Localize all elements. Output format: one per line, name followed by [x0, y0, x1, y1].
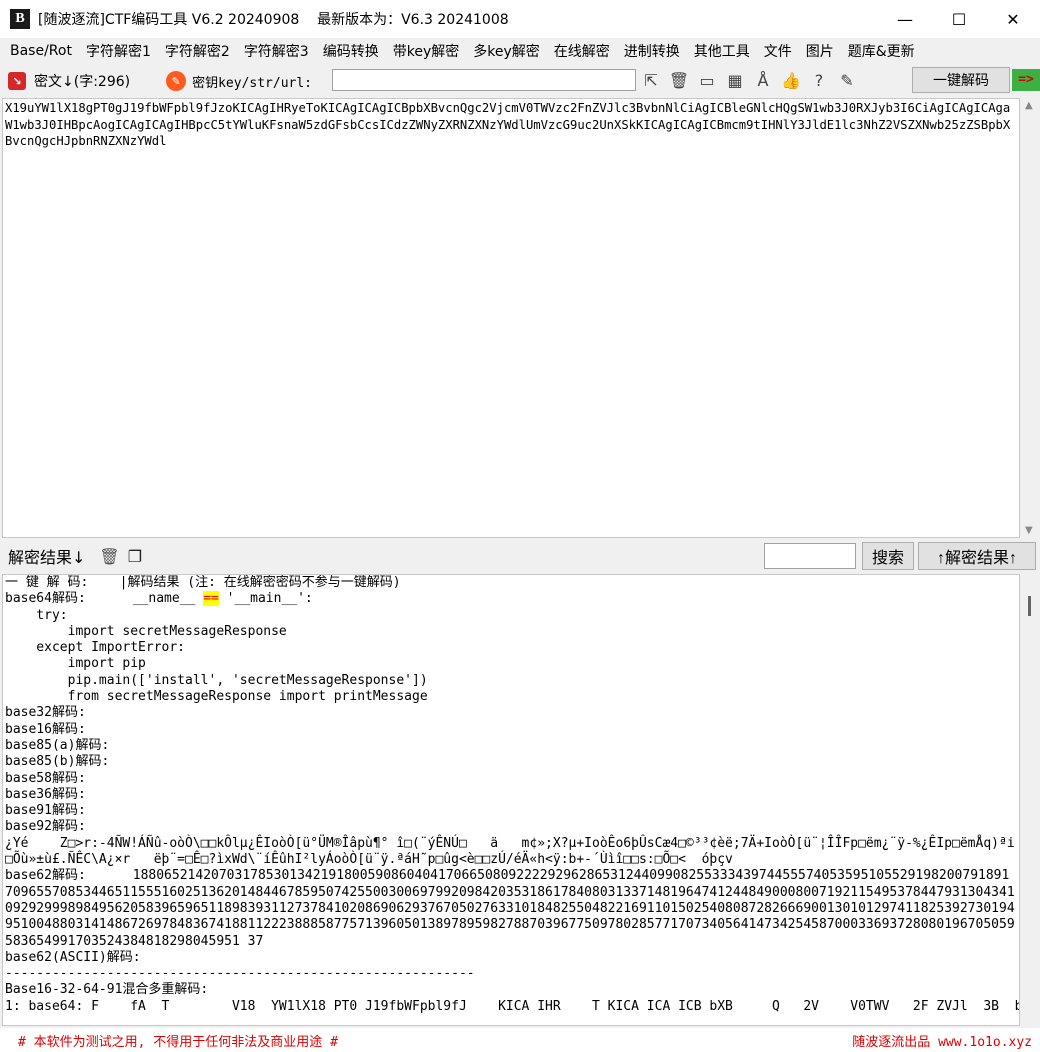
key-input[interactable] [332, 69, 636, 91]
base85b-result: base85(b)解码: [5, 754, 110, 770]
base62-result: base62解码: 188065214207031785301342191800… [5, 868, 1017, 949]
base92-result: base92解码: [5, 819, 86, 835]
up-result-button[interactable]: ↑解密结果↑ [918, 542, 1036, 570]
scroll-thumb[interactable] [1028, 596, 1031, 616]
font-icon[interactable]: Å [752, 69, 774, 91]
toolbar: ↘ 密文↓(字:296) ✎ 密钥key/str/url: ⇱ 🗑 ▭ ▦ Å … [0, 66, 1040, 96]
maximize-button[interactable]: ☐ [932, 0, 986, 38]
base62-label: base62解码: [5, 868, 133, 884]
eraser-icon[interactable]: ✎ [166, 71, 187, 91]
app-logo: B [10, 9, 30, 29]
result-textarea[interactable]: 一 键 解 码: |解码结果 (注: 在线解密密码不参与一键解码) base64… [2, 574, 1020, 1026]
menu-key-decrypt[interactable]: 带key解密 [387, 41, 466, 61]
base64-code-line: import pip [5, 656, 146, 672]
menu-multi-key-decrypt[interactable]: 多key解密 [467, 41, 546, 61]
window-controls: — ☐ ✕ [878, 0, 1040, 38]
arrow-flag: => [1012, 69, 1040, 91]
disclaimer-text: # 本软件为测试之用, 不得用于任何非法及商业用途 # [18, 1034, 338, 1050]
base64-suffix: '__main__': [218, 591, 313, 607]
mixed-decode-label: Base16-32-64-91混合多重解码: [5, 982, 209, 998]
base64-code-line: try: [5, 607, 68, 623]
menu-image[interactable]: 图片 [800, 41, 840, 61]
menu-online-decrypt[interactable]: 在线解密 [548, 41, 616, 61]
cipher-scrollbar[interactable]: ▲ ▼ [1022, 98, 1038, 538]
table-icon[interactable]: ▦ [724, 69, 746, 91]
clear-result-icon[interactable]: 🗑 [99, 547, 119, 566]
close-button[interactable]: ✕ [986, 0, 1040, 38]
menu-file[interactable]: 文件 [758, 41, 798, 61]
one-click-decode-button[interactable]: 一键解码 [912, 67, 1010, 93]
result-bar: 解密结果↓ 🗑 ❐ 搜索 ↑解密结果↑ [0, 540, 1040, 572]
base64-code-line: pip.main(['install', 'secretMessageRespo… [5, 672, 428, 688]
search-highlight: == [203, 591, 219, 607]
base58-result: base58解码: [5, 770, 86, 786]
ciphertext-label: 密文↓(字:296) [34, 74, 131, 90]
ciphertext-textarea[interactable]: X19uYW1lX18gPT0gJ19fbWFpbl9fJzoKICAgIHRy… [2, 98, 1020, 538]
trash-icon[interactable]: 🗑 [668, 69, 690, 91]
base64-code-line: import secretMessageResponse [5, 623, 287, 639]
menu-char-decode-3[interactable]: 字符解密3 [238, 41, 315, 61]
mixed-decode-partial: 1: base64: F fA T V18 YW1lX18 PT0 J19fbW… [5, 998, 1020, 1014]
menu-char-decode-1[interactable]: 字符解密1 [80, 41, 157, 61]
base92-output: ¿Yé Z□>r:-4ÑW!ÁÑû-oòÒ\□□kÔlµ¿ÊIoòÒ[ü°ÜM®… [5, 835, 1015, 868]
base62-value: 1880652142070317853013421918005908604041… [5, 868, 1015, 949]
search-button[interactable]: 搜索 [862, 542, 914, 570]
base36-result: base36解码: [5, 786, 86, 802]
terminal-icon[interactable]: ▭ [696, 69, 718, 91]
thumbs-up-icon[interactable]: 👍 [780, 69, 802, 91]
menu-questions-update[interactable]: 题库&更新 [842, 41, 921, 61]
base85a-result: base85(a)解码: [5, 737, 110, 753]
edit-icon[interactable]: ✎ [836, 69, 858, 91]
menu-base-convert[interactable]: 进制转换 [618, 41, 686, 61]
cursor-icon[interactable]: ⇱ [640, 69, 662, 91]
copy-icon[interactable]: ❐ [128, 547, 142, 566]
window-title: [随波逐流]CTF编码工具 V6.2 20240908 最新版本为：V6.3 2… [38, 12, 509, 28]
base64-code-line: except ImportError: [5, 640, 186, 656]
base32-result: base32解码: [5, 705, 86, 721]
key-label: 密钥key/str/url: [192, 75, 313, 91]
result-label: 解密结果↓ [8, 548, 86, 567]
result-header: 一 键 解 码: |解码结果 (注: 在线解密密码不参与一键解码) [5, 575, 401, 590]
menu-other-tools[interactable]: 其他工具 [688, 41, 756, 61]
scroll-down-icon[interactable]: ▼ [1025, 525, 1033, 536]
help-icon[interactable]: ? [808, 69, 830, 91]
status-bar: # 本软件为测试之用, 不得用于任何非法及商业用途 # 随波逐流出品 www.1… [0, 1028, 1040, 1052]
red-arrow-icon[interactable]: ↘ [8, 72, 26, 90]
base16-result: base16解码: [5, 721, 86, 737]
minimize-button[interactable]: — [878, 0, 932, 38]
menu-base-rot[interactable]: Base/Rot [4, 43, 78, 59]
menu-bar: Base/Rot 字符解密1 字符解密2 字符解密3 编码转换 带key解密 多… [0, 38, 1040, 64]
base62-ascii-result: base62(ASCII)解码: [5, 949, 141, 965]
author-text: 随波逐流出品 www.1o1o.xyz [852, 1034, 1032, 1050]
title-bar: B [随波逐流]CTF编码工具 V6.2 20240908 最新版本为：V6.3… [0, 0, 1040, 38]
menu-encoding-convert[interactable]: 编码转换 [317, 41, 385, 61]
tool-icons: ⇱ 🗑 ▭ ▦ Å 👍 ? ✎ [640, 69, 858, 91]
base64-prefix: base64解码: __name__ [5, 591, 204, 607]
menu-char-decode-2[interactable]: 字符解密2 [159, 41, 236, 61]
search-input[interactable] [764, 543, 856, 569]
base91-result: base91解码: [5, 803, 86, 819]
result-scrollbar[interactable] [1022, 574, 1038, 1026]
scroll-up-icon[interactable]: ▲ [1025, 100, 1033, 111]
base64-code-line: from secretMessageResponse import printM… [5, 689, 428, 705]
separator-line: ----------------------------------------… [5, 966, 475, 982]
base64-result-line: base64解码: __name__ == '__main__': [5, 591, 1017, 607]
